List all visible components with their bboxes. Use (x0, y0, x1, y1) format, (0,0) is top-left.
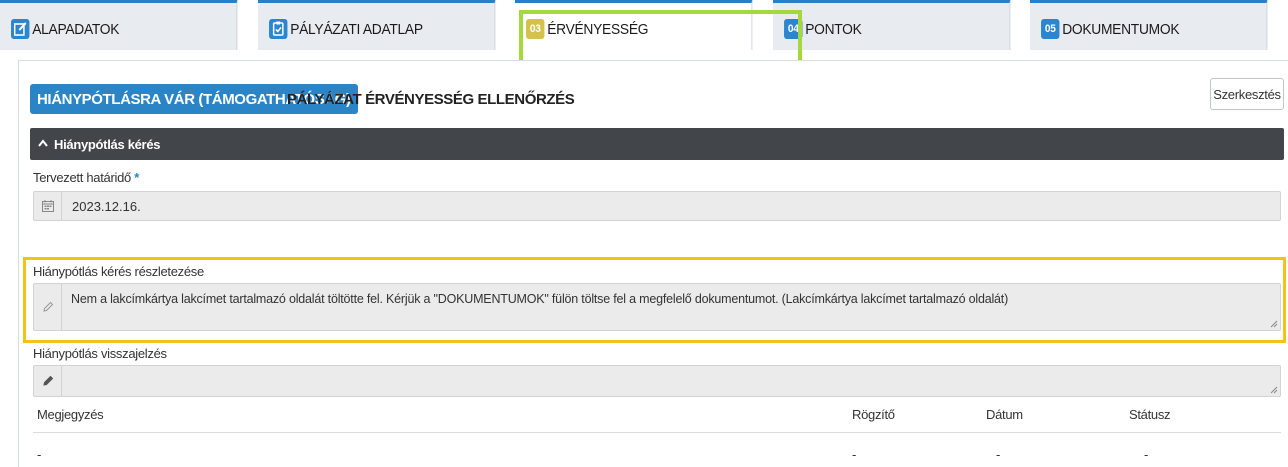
table-header-statusz: Státusz (1129, 407, 1171, 422)
table-cell: - (1144, 447, 1149, 462)
deadline-value: 2023.12.16. (72, 198, 141, 214)
chevron-up-icon (38, 138, 48, 150)
tab-alapadatok[interactable]: ALAPADATOK (0, 0, 237, 50)
tab-pontok[interactable]: 04 PONTOK (772, 0, 1010, 50)
required-marker: * (134, 170, 140, 185)
resize-handle-icon[interactable] (1270, 320, 1278, 328)
tab-bar: ALAPADATOK PÁLYÁZATI ADATLAP 03 ÉRVÉNYES… (0, 0, 1288, 50)
table-cell: - (996, 447, 1001, 462)
tab-ervenyesseg[interactable]: 03 ÉRVÉNYESSÉG (515, 0, 753, 50)
clipboard-check-icon (268, 19, 288, 39)
calendar-icon (34, 192, 62, 220)
table-header-datum: Dátum (986, 407, 1023, 422)
table-divider (33, 432, 1281, 433)
tab-label: ALAPADATOK (32, 21, 120, 38)
page-title: PÁLYÁZAT ÉRVÉNYESSÉG ELLENŐRZÉS (287, 91, 575, 108)
pencil-icon (34, 284, 62, 330)
content-panel (18, 60, 1288, 467)
details-value: Nem a lakcímkártya lakcímet tartalmazó o… (71, 292, 1009, 306)
table-cell: - (37, 447, 42, 462)
tab-label: PONTOK (804, 21, 862, 38)
tab-label: ÉRVÉNYESSÉG (547, 21, 649, 38)
highlight-frame-left (23, 257, 26, 287)
tab-label: PÁLYÁZATI ADATLAP (289, 21, 423, 38)
deadline-label: Tervezett határidő * (33, 170, 139, 185)
feedback-textarea[interactable] (33, 365, 1281, 397)
edit-button[interactable]: Szerkesztés (1210, 78, 1284, 110)
tab-label: DOKUMENTUMOK (1062, 21, 1180, 38)
tab-palyazati-adatlap[interactable]: PÁLYÁZATI ADATLAP (257, 0, 495, 50)
details-textarea[interactable]: Nem a lakcímkártya lakcímet tartalmazó o… (33, 283, 1281, 331)
edit-icon (11, 19, 30, 39)
deadline-field[interactable]: 2023.12.16. (33, 191, 1281, 221)
tab-number-badge: 04 (783, 19, 803, 39)
details-label: Hiánypótlás kérés részletezése (33, 264, 204, 279)
collapsible-title: Hiánypótlás kérés (54, 136, 161, 152)
pencil-icon (34, 366, 62, 396)
tab-number-badge: 05 (1041, 19, 1060, 39)
highlight-frame-right (1283, 257, 1286, 287)
table-header-rogzito: Rögzítő (852, 407, 895, 422)
tab-dokumentumok[interactable]: 05 DOKUMENTUMOK (1030, 0, 1268, 50)
highlight-frame-top (23, 257, 1286, 260)
deadline-label-text: Tervezett határidő (33, 170, 131, 185)
table-cell: - (852, 447, 857, 462)
collapsible-header-hianypotlas[interactable]: Hiánypótlás kérés (30, 128, 1284, 160)
table-header-megjegyzes: Megjegyzés (37, 407, 104, 422)
feedback-label: Hiánypótlás visszajelzés (33, 346, 167, 361)
resize-handle-icon[interactable] (1270, 386, 1278, 394)
tab-number-badge: 03 (526, 19, 545, 39)
